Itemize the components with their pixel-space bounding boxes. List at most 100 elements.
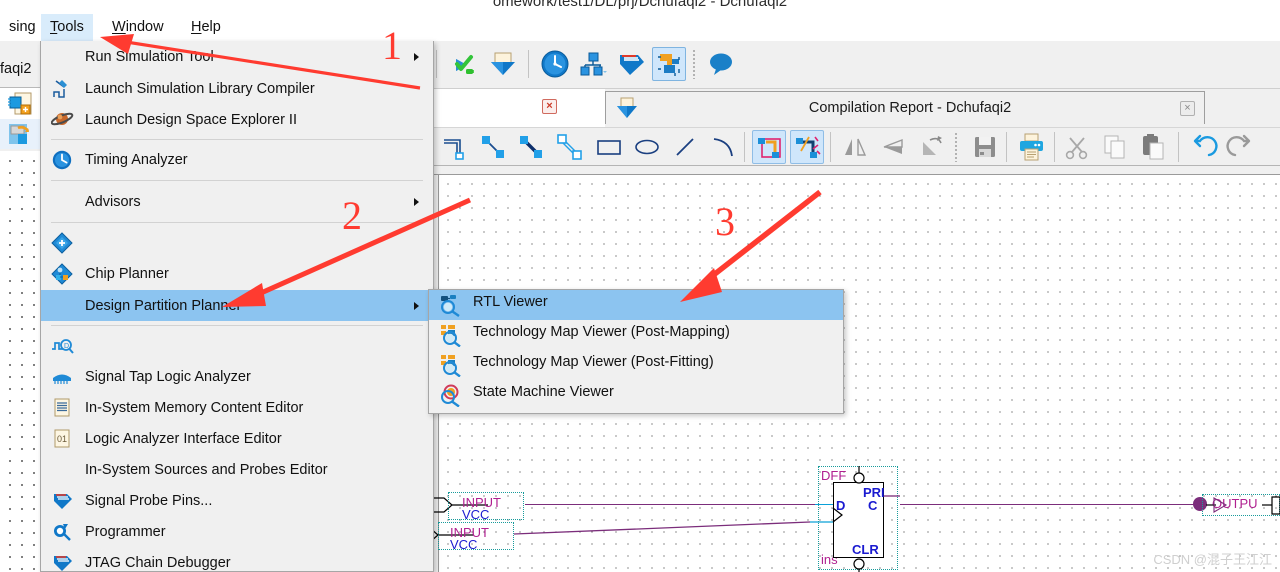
paste-icon[interactable] <box>1136 130 1170 164</box>
menu-item-label: Chip Planner <box>85 266 169 282</box>
menu-item-in-system-sources-and-probes-editor[interactable]: 01 Logic Analyzer Interface Editor <box>41 423 433 454</box>
menu-item-design-partition-planner[interactable]: Chip Planner <box>41 258 433 290</box>
dff-pin-clr: CLR <box>852 542 879 557</box>
schematic-tab-close-button[interactable]: × <box>542 99 557 114</box>
project-navigator-label: faqi2 <box>0 61 32 77</box>
rubberbanding-icon[interactable] <box>752 130 786 164</box>
menu-item-signal-probe-pins[interactable]: In-System Sources and Probes Editor <box>41 454 433 485</box>
timing-analyzer-icon[interactable] <box>538 47 572 81</box>
output-pin-symbol[interactable] <box>1206 494 1280 516</box>
chevron-right-icon <box>414 53 419 61</box>
chevron-right-icon <box>414 197 419 206</box>
menu-item-label: Signal Tap Logic Analyzer <box>85 368 251 385</box>
partition-icon <box>51 263 75 285</box>
menu-item-in-system-memory-content-editor[interactable]: Signal Tap Logic Analyzer <box>41 361 433 392</box>
dff-pin-pre: PRI <box>863 485 885 500</box>
ellipse-tool-icon[interactable] <box>630 130 664 164</box>
rectangle-tool-icon[interactable] <box>592 130 626 164</box>
rtl-viewer-icon[interactable] <box>652 47 686 81</box>
sidebar-canvas-overflow <box>0 151 40 572</box>
submenu-item-technology-map-viewer-post-fitting[interactable]: Technology Map Viewer (Post-Fitting) <box>429 350 843 380</box>
rtl-viewer-icon <box>439 293 463 317</box>
save-icon[interactable] <box>968 130 1002 164</box>
planet-icon <box>50 109 75 131</box>
new-file-icon[interactable] <box>8 91 34 117</box>
menu-item-launch-simulation-library-compiler[interactable]: Launch Simulation Library Compiler <box>41 73 433 104</box>
programmer-icon[interactable] <box>614 47 648 81</box>
menu-item-run-simulation-tool[interactable]: Run Simulation Tool <box>41 41 433 73</box>
undo-icon[interactable] <box>1186 130 1220 164</box>
cut-icon[interactable] <box>1060 130 1094 164</box>
dff-pin-d: D <box>836 498 846 513</box>
netlist-viewers-submenu: RTL Viewer Technology Map Viewer (Post-M… <box>428 289 844 414</box>
menu-window-mnemonic: W <box>112 19 126 35</box>
programmer-icon <box>51 490 75 512</box>
menu-item-advisors[interactable]: Advisors <box>41 185 433 218</box>
menu-item-chip-planner[interactable] <box>41 227 433 258</box>
menu-item-label: In-System Memory Content Editor <box>85 399 304 416</box>
menu-item-label: Launch Design Space Explorer II <box>85 111 297 128</box>
wire-output[interactable] <box>900 504 1200 506</box>
annotation-number-3: 3 <box>715 199 735 244</box>
menu-separator <box>51 222 423 223</box>
submenu-item-state-machine-viewer[interactable]: State Machine Viewer <box>429 380 843 410</box>
arc-tool-icon[interactable] <box>706 130 740 164</box>
submenu-item-rtl-viewer[interactable]: RTL Viewer <box>429 290 843 320</box>
tab-title: Compilation Report - Dchufaqi2 <box>808 100 1012 116</box>
window-title: omework/test1/DL/prj/Dchufaqi2 - Dchufaq… <box>492 0 788 10</box>
input-pin-2-value: VCC <box>450 537 478 552</box>
submenu-item-technology-map-viewer-post-mapping[interactable]: Technology Map Viewer (Post-Mapping) <box>429 320 843 350</box>
menu-item-label: Programmer <box>85 523 166 540</box>
tech-map-icon <box>439 353 463 378</box>
tab-left-blank <box>430 89 605 127</box>
flip-horizontal-icon[interactable] <box>838 130 872 164</box>
menu-separator <box>51 180 423 181</box>
diagonal-node-tool-icon[interactable] <box>476 130 510 164</box>
signaltap-icon: D <box>51 335 75 357</box>
compilation-report-icon[interactable] <box>486 47 520 81</box>
print-icon[interactable] <box>1014 130 1048 164</box>
menu-separator <box>51 139 423 140</box>
menu-item-netlist-viewers[interactable]: Design Partition Planner <box>41 290 433 321</box>
chip-planner-icon <box>51 231 75 254</box>
menubar: sing Tools Window Help <box>0 14 1280 41</box>
bus-line-tool-icon[interactable] <box>514 130 548 164</box>
menu-item-launch-design-space-explorer-ii[interactable]: Launch Design Space Explorer II <box>41 104 433 135</box>
menu-item-jtag-chain-debugger[interactable]: Programmer <box>41 516 433 547</box>
menu-help[interactable]: Help <box>182 14 230 41</box>
submenu-item-label: Technology Map Viewer (Post-Mapping) <box>473 324 730 340</box>
sidebar-selected-item[interactable] <box>0 119 40 149</box>
partial-line-selection-icon[interactable] <box>790 130 824 164</box>
menu-window[interactable]: Window <box>103 14 173 41</box>
line-tool-icon[interactable] <box>668 130 702 164</box>
menu-tools-label: ools <box>57 19 84 35</box>
tab-close-button[interactable]: × <box>1180 100 1195 116</box>
watermark: CSDN @混子王江江 <box>1153 552 1272 567</box>
schematic-toolbar <box>430 127 1280 166</box>
flip-vertical-icon[interactable] <box>876 130 910 164</box>
copy-icon[interactable] <box>1098 130 1132 164</box>
menu-processing[interactable]: sing <box>0 14 45 41</box>
annotation-number-1: 1 <box>382 23 402 68</box>
submenu-item-label: State Machine Viewer <box>473 384 614 400</box>
menu-item-logic-analyzer-interface-editor[interactable]: In-System Memory Content Editor <box>41 392 433 423</box>
start-compilation-icon[interactable] <box>448 47 482 81</box>
menu-item-fault-injection-debugger[interactable]: JTAG Chain Debugger <box>41 547 433 571</box>
orthogonal-node-tool-icon[interactable] <box>438 130 472 164</box>
tab-compilation-report[interactable]: Compilation Report - Dchufaqi2 × <box>605 91 1205 124</box>
rotate-icon[interactable] <box>914 130 948 164</box>
menu-tools[interactable]: Tools <box>41 14 93 41</box>
menu-item-timing-analyzer[interactable]: Timing Analyzer <box>41 144 433 176</box>
menu-item-label: Design Partition Planner <box>85 297 242 314</box>
logic-analyzer-icon <box>51 397 75 419</box>
wire-clk-input[interactable] <box>514 506 834 536</box>
tech-map-icon <box>439 323 463 348</box>
menu-item-signal-tap-logic-analyzer[interactable]: D <box>41 330 433 361</box>
redo-icon[interactable] <box>1224 130 1258 164</box>
compiler-icon <box>51 78 75 100</box>
menu-item-label: Launch Simulation Library Compiler <box>85 80 315 97</box>
comment-icon[interactable] <box>704 47 738 81</box>
chip-planner-icon[interactable] <box>576 47 610 81</box>
menu-item-programmer[interactable]: Signal Probe Pins... <box>41 485 433 516</box>
conduit-line-tool-icon[interactable] <box>552 130 586 164</box>
